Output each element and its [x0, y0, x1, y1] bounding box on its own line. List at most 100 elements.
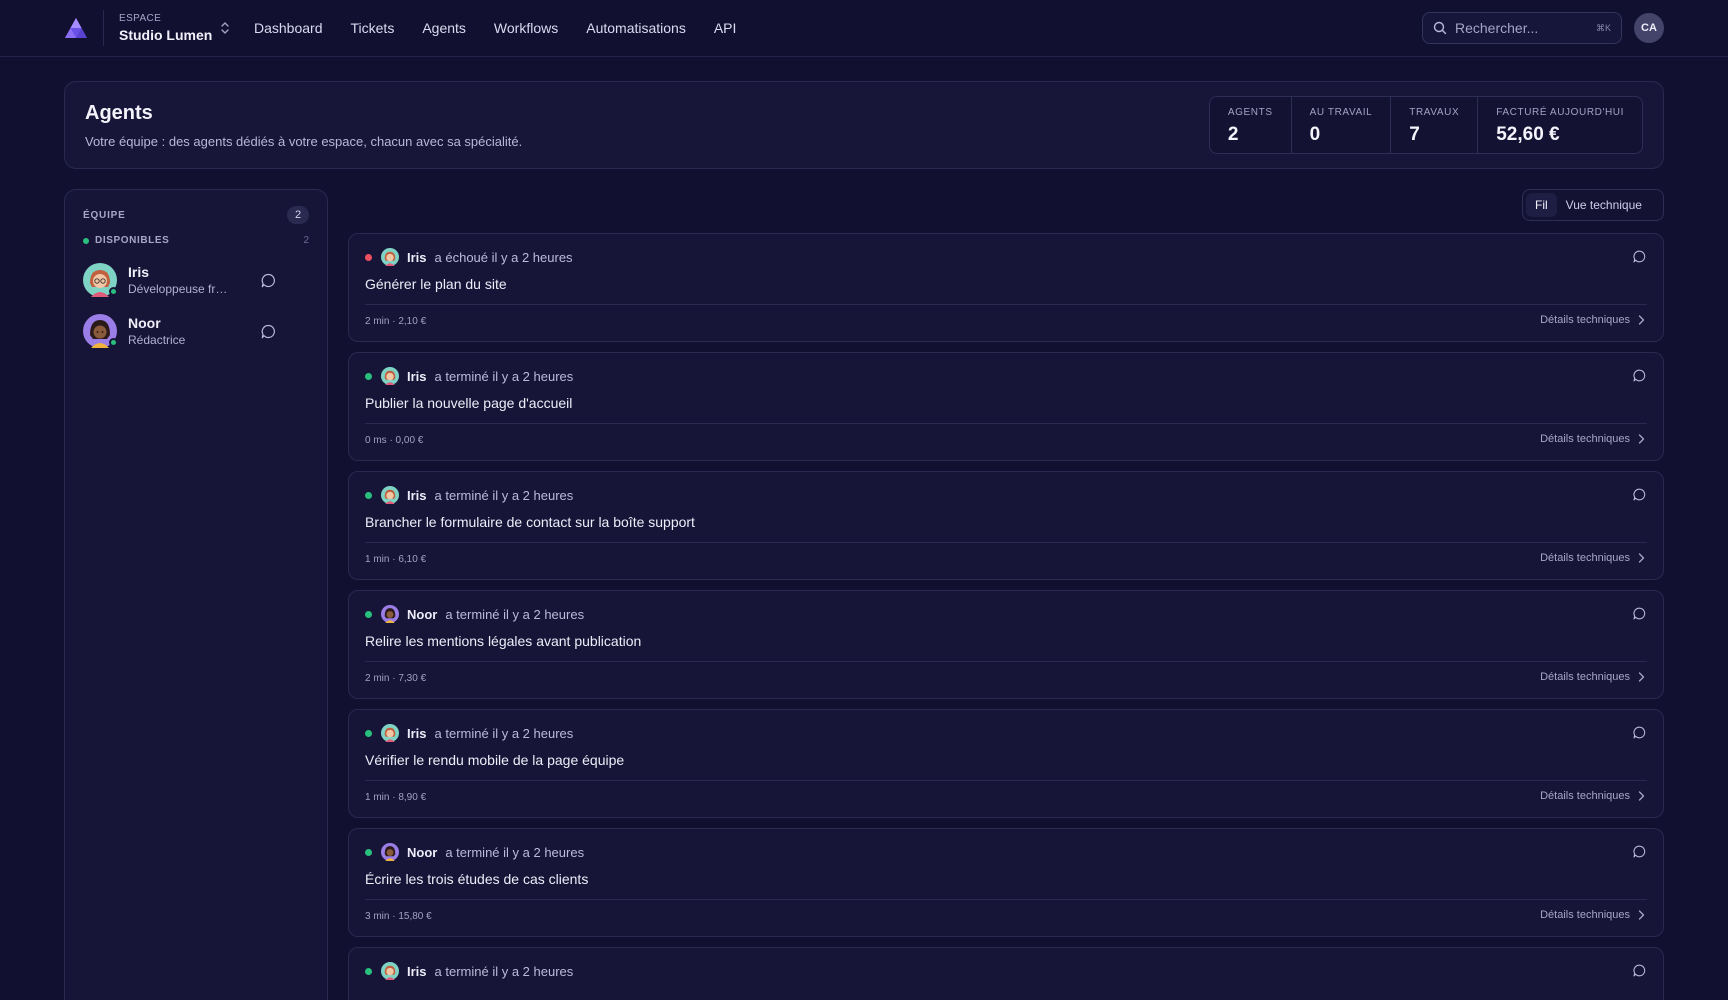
search-input[interactable] — [1455, 20, 1585, 36]
noor-avatar-icon — [381, 843, 399, 861]
tech-details-link[interactable]: Détails techniques — [1540, 314, 1645, 326]
tech-details-label: Détails techniques — [1540, 671, 1630, 683]
job-title: Relire les mentions légales avant public… — [365, 633, 642, 649]
job-card[interactable]: Noor a terminé il y a 2 heures Relire le… — [348, 590, 1664, 699]
stat-au-travail: AU TRAVAIL 0 — [1290, 97, 1391, 153]
chat-bubble-icon[interactable] — [1632, 487, 1647, 502]
app-logo-icon[interactable] — [64, 17, 88, 39]
workspace-caption: ESPACE — [119, 13, 162, 24]
sidebar-agent-noor[interactable]: Noor Rédactrice — [83, 311, 277, 351]
status-success-dot-icon — [365, 967, 372, 975]
page-header: Agents Votre équipe : des agents dédiés … — [64, 81, 1664, 169]
agent-name: Noor — [128, 315, 161, 331]
view-toggle-fil[interactable]: Fil — [1526, 193, 1557, 217]
tech-details-link[interactable]: Détails techniques — [1540, 552, 1645, 564]
job-status-text: a terminé il y a 2 heures — [445, 844, 585, 860]
available-label: DISPONIBLES — [95, 235, 170, 246]
chevron-right-icon — [1638, 434, 1645, 444]
available-group-header: DISPONIBLES 2 — [83, 235, 309, 246]
chat-bubble-icon[interactable] — [1632, 725, 1647, 740]
job-status-text: a terminé il y a 2 heures — [434, 963, 574, 979]
team-header: ÉQUIPE 2 — [83, 206, 309, 224]
noor-avatar — [83, 314, 118, 348]
chevron-right-icon — [1638, 553, 1645, 563]
job-agent-name: Noor — [407, 606, 438, 622]
stat-agents: AGENTS 2 — [1210, 97, 1291, 153]
job-meta: 1 min · 8,90 € — [365, 792, 427, 803]
job-card[interactable]: Iris a terminé il y a 2 heures Vérifier … — [348, 709, 1664, 818]
job-card[interactable]: Iris a terminé il y a 2 heures Publier l… — [348, 352, 1664, 461]
job-status-text: a terminé il y a 2 heures — [434, 368, 574, 384]
status-success-dot-icon — [365, 372, 372, 380]
agent-role: Rédactrice — [128, 333, 186, 347]
team-count-badge: 2 — [287, 206, 309, 224]
tech-details-link[interactable]: Détails techniques — [1540, 671, 1645, 683]
search-icon — [1433, 21, 1447, 35]
tech-details-label: Détails techniques — [1540, 552, 1630, 564]
tech-details-label: Détails techniques — [1540, 790, 1630, 802]
view-toggle-technique[interactable]: Vue technique — [1557, 193, 1651, 217]
nav-tickets[interactable]: Tickets — [351, 18, 395, 38]
iris-avatar-icon — [381, 486, 399, 504]
stats-panel: AGENTS 2 AU TRAVAIL 0 TRAVAUX 7 FACTURÉ … — [1208, 96, 1643, 154]
iris-avatar-icon — [381, 248, 399, 266]
tech-details-link[interactable]: Détails techniques — [1540, 790, 1645, 802]
job-meta: 2 min · 7,30 € — [365, 673, 427, 684]
job-agent-name: Iris — [407, 725, 427, 741]
top-bar: ESPACE Studio Lumen Dashboard Tickets Ag… — [0, 0, 1728, 57]
status-success-dot-icon — [365, 491, 372, 499]
chevron-right-icon — [1638, 791, 1645, 801]
tech-details-label: Détails techniques — [1540, 433, 1630, 445]
chevron-right-icon — [1638, 672, 1645, 682]
iris-avatar-icon — [381, 962, 399, 980]
nav-workflows[interactable]: Workflows — [494, 18, 558, 38]
job-agent-name: Iris — [407, 487, 427, 503]
main-nav: Dashboard Tickets Agents Workflows Autom… — [254, 18, 736, 38]
chat-bubble-icon[interactable] — [1632, 844, 1647, 859]
nav-automatisations[interactable]: Automatisations — [586, 18, 686, 38]
workspace-name: Studio Lumen — [119, 27, 213, 43]
nav-api[interactable]: API — [714, 18, 737, 38]
stat-value: 52,60 € — [1496, 124, 1560, 145]
available-count: 2 — [303, 235, 309, 246]
online-indicator — [109, 287, 118, 296]
chat-bubble-icon[interactable] — [1632, 606, 1647, 621]
chat-bubble-icon[interactable] — [260, 272, 277, 289]
tech-details-link[interactable]: Détails techniques — [1540, 909, 1645, 921]
job-card[interactable]: Iris a terminé il y a 2 heures Brancher … — [348, 471, 1664, 580]
job-divider — [365, 542, 1647, 543]
team-sidebar: ÉQUIPE 2 DISPONIBLES 2 Iris Développeuse… — [64, 189, 328, 1000]
job-meta: 1 min · 6,10 € — [365, 554, 427, 565]
job-agent-name: Iris — [407, 963, 427, 979]
chat-bubble-icon[interactable] — [1632, 368, 1647, 383]
job-card[interactable]: Iris a échoué il y a 2 heures Générer le… — [348, 233, 1664, 342]
search-box[interactable]: ⌘K — [1422, 12, 1622, 44]
job-agent-name: Iris — [407, 368, 427, 384]
job-card[interactable]: Noor a terminé il y a 2 heures Écrire le… — [348, 828, 1664, 937]
sidebar-agent-iris[interactable]: Iris Développeuse fro... — [83, 260, 277, 300]
tech-details-link[interactable]: Détails techniques — [1540, 433, 1645, 445]
workspace-divider — [103, 10, 104, 46]
job-status-text: a terminé il y a 2 heures — [434, 725, 574, 741]
chat-bubble-icon[interactable] — [260, 323, 277, 340]
tech-details-label: Détails techniques — [1540, 909, 1630, 921]
nav-agents[interactable]: Agents — [422, 18, 466, 38]
online-indicator — [109, 338, 118, 347]
job-divider — [365, 661, 1647, 662]
stat-label: AU TRAVAIL — [1309, 107, 1373, 118]
status-failed-dot-icon — [365, 253, 372, 261]
user-avatar[interactable]: CA — [1634, 13, 1664, 43]
nav-dashboard[interactable]: Dashboard — [254, 18, 323, 38]
job-title: Écrire les trois études de cas clients — [365, 871, 589, 887]
job-agent-name: Iris — [407, 249, 427, 265]
job-title: Générer le plan du site — [365, 276, 507, 292]
chat-bubble-icon[interactable] — [1632, 963, 1647, 978]
job-card[interactable]: Iris a terminé il y a 2 heures — [348, 947, 1664, 1000]
stat-label: AGENTS — [1227, 107, 1273, 118]
iris-avatar — [83, 263, 118, 297]
chat-bubble-icon[interactable] — [1632, 249, 1647, 264]
workspace-switcher[interactable]: ESPACE Studio Lumen — [119, 13, 231, 45]
job-divider — [365, 304, 1647, 305]
stat-value: 0 — [1309, 124, 1321, 145]
job-title: Brancher le formulaire de contact sur la… — [365, 514, 695, 530]
